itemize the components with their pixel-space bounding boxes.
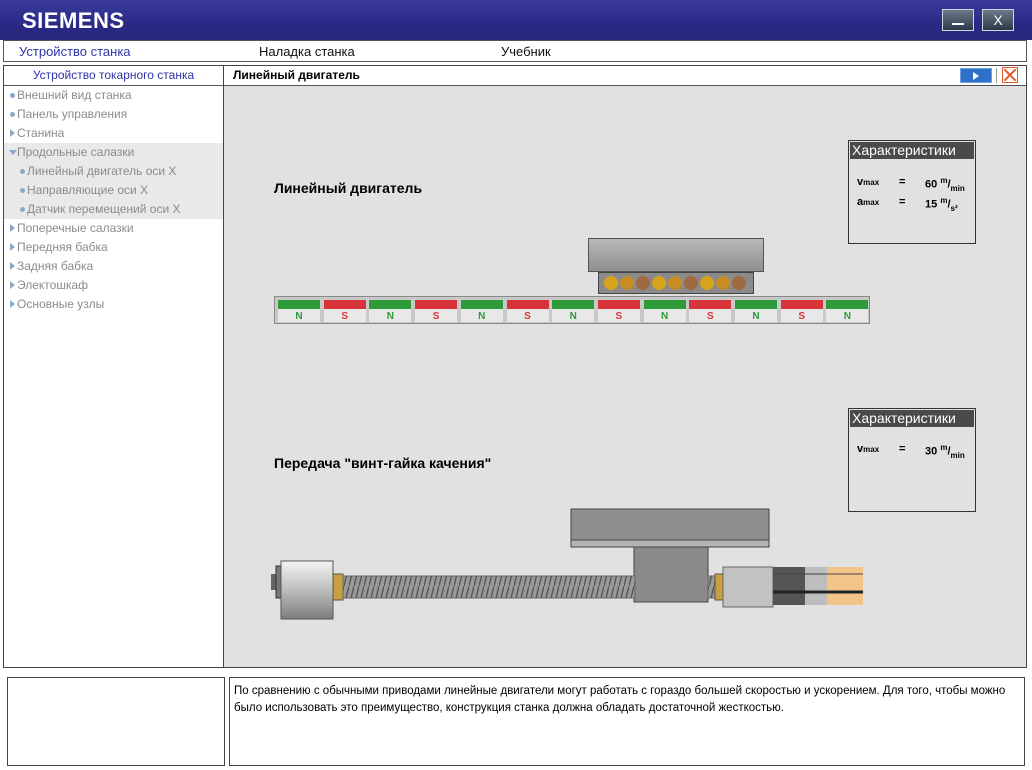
linear-motor-heading: Линейный двигатель <box>274 180 423 196</box>
magnet-south: S <box>415 300 458 322</box>
sidebar-item-label: Поперечные салазки <box>17 221 134 235</box>
minimize-icon <box>952 23 964 25</box>
pole-label: N <box>752 311 760 322</box>
ballscrew-characteristics-box: Характеристики vmax = 30 m/min <box>848 408 976 512</box>
magnet-bar <box>780 300 823 309</box>
close-icon[interactable] <box>1002 67 1018 83</box>
sidebar-item-longitudinal-slide[interactable]: Продольные салазки <box>4 143 223 162</box>
pole-label: N <box>386 311 394 322</box>
pole-label: S <box>615 311 623 322</box>
magnet-south: S <box>597 300 640 322</box>
pole-label: S <box>432 311 440 322</box>
linear-characteristics-box: Характеристики vmax = 60 m/min amax = 15… <box>848 140 976 244</box>
sidebar-item-electrical-cabinet[interactable]: Электошкаф <box>4 276 223 295</box>
motor-carriage <box>588 238 764 272</box>
magnet-rail: NSNSNSNSNSNSN <box>274 296 870 324</box>
magnet-bar <box>826 300 869 309</box>
ballscrew-heading: Передача "винт-гайка качения" <box>274 455 492 471</box>
coil-graphic <box>604 276 746 290</box>
pole-label: S <box>524 311 531 322</box>
magnet-north: N <box>735 300 777 322</box>
sidebar-item-label: Основные узлы <box>17 297 105 311</box>
sidebar-item-label: Передняя бабка <box>17 240 108 254</box>
sidebar-item-guides-x[interactable]: Направляющие оси X <box>4 181 223 200</box>
magnet-bar <box>643 300 686 309</box>
magnet-bar <box>460 300 503 309</box>
magnet-bar <box>735 300 777 309</box>
magnet-north: N <box>826 300 869 322</box>
content-title: Линейный двигатель <box>233 68 360 82</box>
description-text: По сравнению с обычными приводами линейн… <box>229 677 1025 766</box>
sidebar-item-control-panel[interactable]: Панель управления <box>4 105 223 124</box>
pole-label: N <box>295 311 303 322</box>
pole-label: N <box>660 311 669 322</box>
sidebar: Устройство токарного станка Внешний вид … <box>3 65 224 668</box>
content-header: Линейный двигатель <box>224 66 1026 86</box>
magnet-south: S <box>689 300 732 322</box>
sidebar-item-label: Электошкаф <box>17 278 89 292</box>
magnet-south: S <box>780 300 823 322</box>
ballscrew-illustration <box>271 508 863 620</box>
sidebar-item-tailstock[interactable]: Задняя бабка <box>4 257 223 276</box>
sidebar-item-position-sensor-x[interactable]: Датчик перемещений оси X <box>4 200 223 219</box>
magnet-north: N <box>369 300 412 322</box>
magnet-bar <box>323 300 366 309</box>
pole-label: N <box>569 311 577 322</box>
siemens-logo: SIEMENS <box>22 8 125 33</box>
sidebar-item-headstock[interactable]: Передняя бабка <box>4 238 223 257</box>
pole-label: N <box>478 311 486 322</box>
pole-label: N <box>843 311 851 322</box>
menu-machine-structure[interactable]: Устройство станка <box>19 44 131 59</box>
pole-label: S <box>798 311 806 322</box>
magnet-bar <box>689 300 732 309</box>
minimize-button[interactable] <box>942 9 974 31</box>
magnet-bar <box>597 300 640 309</box>
sidebar-item-exterior[interactable]: Внешний вид станка <box>4 86 223 105</box>
magnet-bar <box>369 300 412 309</box>
footer-left-panel <box>7 677 225 766</box>
menu-machine-setup[interactable]: Наладка станка <box>259 44 355 59</box>
close-window-button[interactable]: X <box>982 9 1014 31</box>
next-button[interactable] <box>960 68 992 83</box>
sidebar-item-label: Линейный двигатель оси X <box>27 164 177 178</box>
magnet-bar <box>506 300 549 309</box>
sidebar-header: Устройство токарного станка <box>4 66 223 86</box>
magnet-bar <box>415 300 458 309</box>
magnet-south: S <box>506 300 549 322</box>
menu-bar: Устройство станка Наладка станка Учебник <box>3 40 1027 62</box>
magnet-north: N <box>552 300 595 322</box>
sidebar-item-label: Направляющие оси X <box>27 183 149 197</box>
sidebar-item-label: Внешний вид станка <box>17 88 132 102</box>
title-bar: SIEMENS X <box>0 0 1032 40</box>
pole-label: S <box>341 311 349 322</box>
sidebar-item-main-units[interactable]: Основные узлы <box>4 295 223 314</box>
characteristics-caption: Характеристики <box>850 410 974 427</box>
sidebar-item-label: Датчик перемещений оси X <box>27 202 181 216</box>
header-divider <box>996 68 997 83</box>
content-panel: Линейный двигатель Линейный двигатель Ха… <box>224 65 1027 668</box>
magnet-north: N <box>278 300 320 322</box>
sidebar-item-label: Панель управления <box>17 107 128 121</box>
sidebar-item-label: Продольные салазки <box>17 145 135 159</box>
motor-coils <box>598 272 754 294</box>
characteristics-caption: Характеристики <box>850 142 974 159</box>
sidebar-item-label: Станина <box>17 126 65 140</box>
magnet-north: N <box>460 300 503 322</box>
sidebar-item-cross-slide[interactable]: Поперечные салазки <box>4 219 223 238</box>
menu-tutorial[interactable]: Учебник <box>501 44 551 59</box>
sidebar-item-linear-motor-x[interactable]: Линейный двигатель оси X <box>4 162 223 181</box>
magnet-north: N <box>643 300 686 322</box>
magnet-south: S <box>323 300 366 322</box>
sidebar-item-bed[interactable]: Станина <box>4 124 223 143</box>
magnet-bar <box>278 300 320 309</box>
magnet-bar <box>552 300 595 309</box>
pole-label: S <box>706 311 714 322</box>
sidebar-item-label: Задняя бабка <box>17 259 94 273</box>
